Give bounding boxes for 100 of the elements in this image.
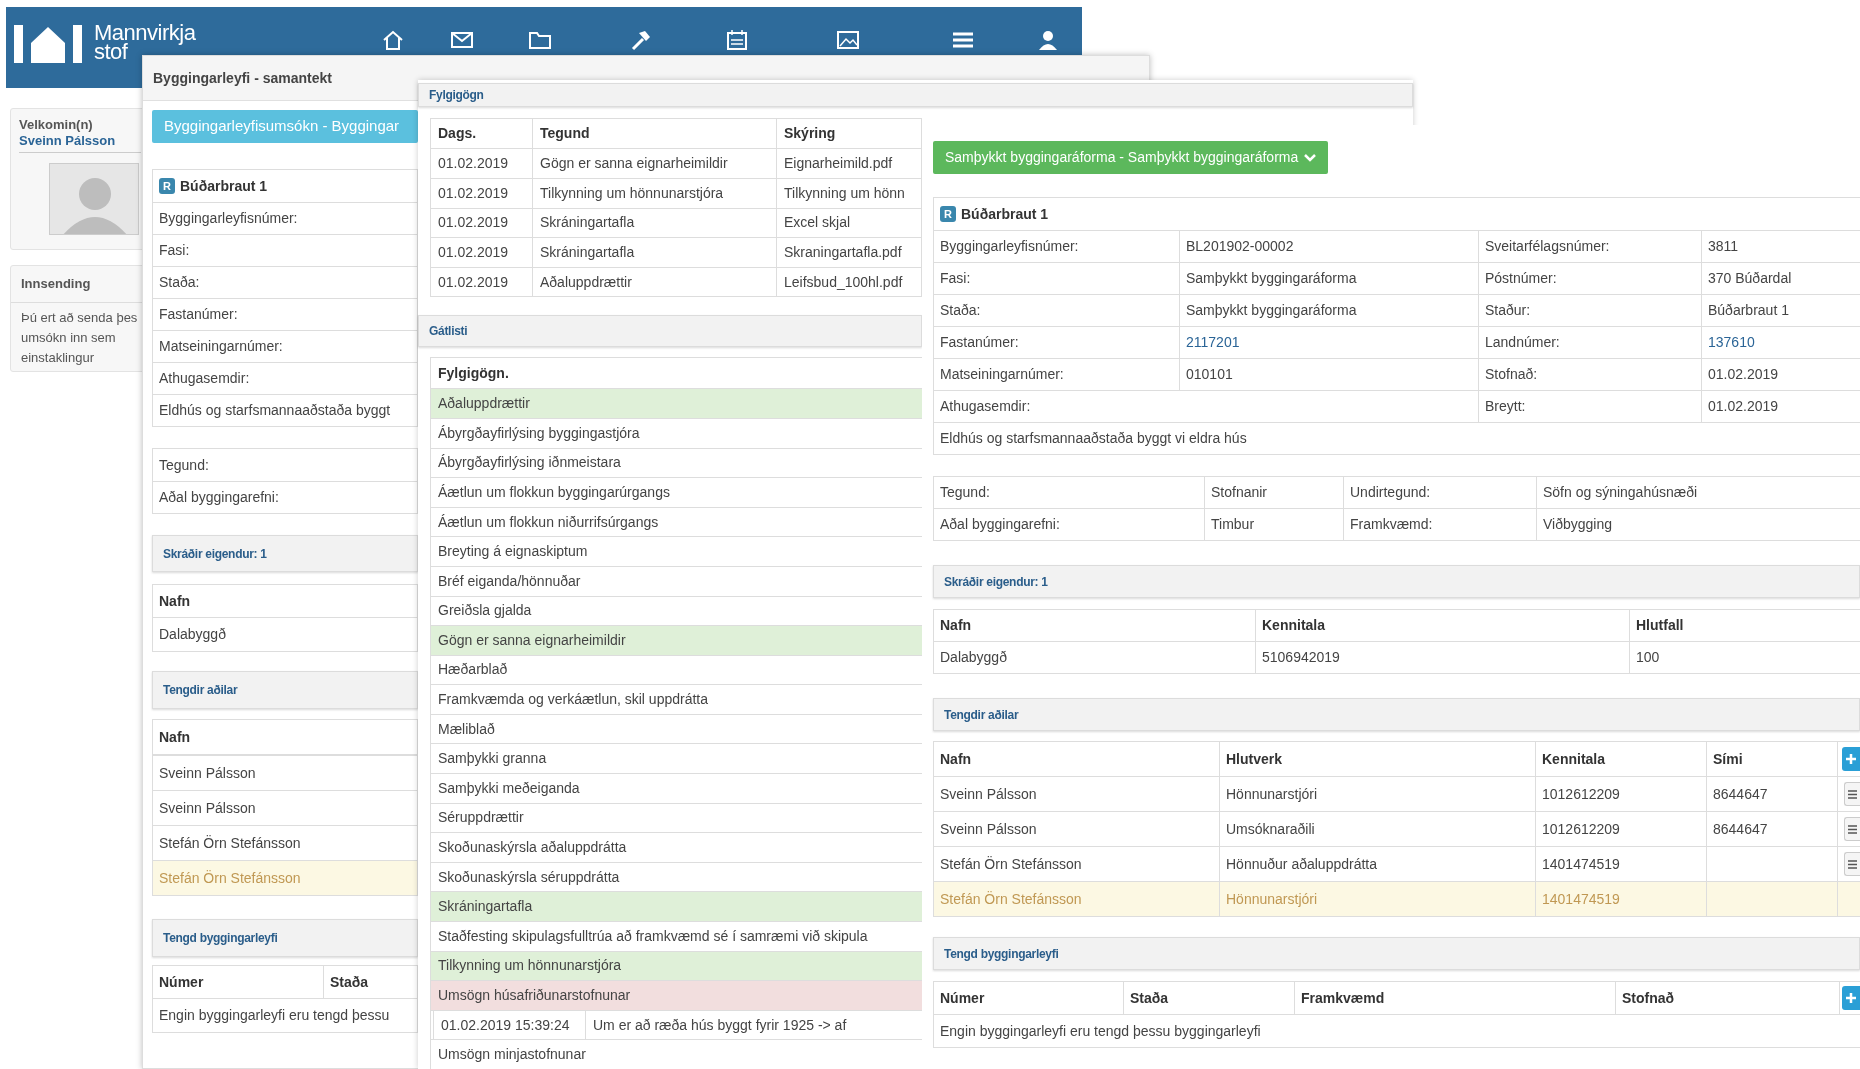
column-header: Nafn: [934, 610, 1255, 642]
table-cell-text: 01.02.2019: [437, 242, 510, 262]
table-cell: Stefán Örn Stefánsson: [153, 860, 417, 895]
field-label: Staður:: [1478, 294, 1701, 326]
table-cell: 1012612209: [1535, 777, 1706, 812]
plus-icon: [1846, 993, 1856, 1003]
column-header: Sími: [1706, 742, 1837, 777]
table-cell: Dalabyggð: [934, 642, 1255, 674]
field-label: Aðal byggingarefni:: [934, 509, 1204, 541]
hammer-icon[interactable]: [629, 29, 651, 51]
add-button[interactable]: [1842, 747, 1860, 771]
table-cell: Eignarheimild.pdf: [776, 149, 921, 178]
table-cell: Excel skjal: [776, 208, 921, 238]
menu-button[interactable]: [1844, 817, 1860, 841]
field-value: Búðarbraut 1: [1701, 294, 1860, 326]
field-link[interactable]: 2117201: [1179, 326, 1478, 358]
column-header: Kennitala: [1535, 742, 1706, 777]
field-label: Athugasemdir:: [153, 362, 417, 394]
field-link[interactable]: 137610: [1701, 326, 1860, 358]
field-label: Landnúmer:: [1478, 326, 1701, 358]
section-title: Skráðir eigendur: 1: [944, 573, 1048, 591]
menu-button[interactable]: [1844, 782, 1860, 806]
field-label: Tegund:: [934, 477, 1204, 509]
welcome-label: Velkomin(n): [19, 117, 94, 133]
field-label: Stofnað:: [1478, 358, 1701, 390]
column-header: Skýring: [776, 118, 921, 149]
section-title: Fylgigögn: [429, 86, 484, 104]
empty-message: Engin byggingarleyfi eru tengd þessu: [158, 1006, 391, 1025]
field-value: Samþykkt byggingaráforma: [1179, 294, 1478, 326]
checklist-item[interactable]: Umsögn húsafriðunarstofnunar: [431, 980, 922, 1010]
section-title: Tengdir aðilar: [163, 682, 238, 699]
table-cell: Tilkynning um hönnunarstjóra: [532, 178, 776, 208]
property-name: Búðarbraut 1: [961, 204, 1049, 224]
field-label: Athugasemdir:: [934, 390, 1179, 422]
picture-icon[interactable]: [837, 29, 859, 51]
table-cell: 1012612209: [1535, 812, 1706, 847]
field-label: Fasi:: [153, 234, 417, 266]
section-title: Tengd byggingarleyfi: [163, 930, 278, 947]
table-cell: Hönnunarstjóri: [1219, 882, 1535, 917]
field-label: Sveitarfélagsnúmer:: [1478, 230, 1701, 262]
field-label: Byggingarleyfisnúmer:: [153, 202, 417, 234]
table-cell: Hönnunarstjóri: [1219, 777, 1535, 812]
table-cell: Skraningartafla.pdf: [776, 238, 921, 267]
checklist-item[interactable]: Skráningartafla: [431, 891, 922, 922]
field-label: Byggingarleyfisnúmer:: [934, 230, 1179, 262]
home-icon[interactable]: [382, 29, 404, 51]
field-label: Breytt:: [1478, 390, 1701, 422]
table-cell-text: 01.02.2019: [437, 213, 510, 233]
checklist-heading: Fylgigögn.: [437, 363, 510, 383]
column-header: Staða: [323, 966, 383, 998]
plus-icon: [1846, 754, 1856, 764]
add-button[interactable]: [1842, 986, 1860, 1010]
user-icon[interactable]: [1037, 29, 1059, 51]
checklist-item[interactable]: Aðaluppdrættir: [431, 388, 922, 418]
field-value: 370 Búðardal: [1701, 262, 1860, 294]
section-title: Tengd byggingarleyfi: [944, 945, 1059, 963]
column-header: Númer: [934, 982, 1123, 1015]
submission-text: umsókn inn sem: [21, 328, 117, 347]
table-cell: 8644647: [1706, 777, 1837, 812]
table-cell: Gögn er sanna eignarheimildir: [532, 149, 776, 178]
table-cell: 1401474519: [1535, 882, 1706, 917]
checklist-item[interactable]: Tilkynning um hönnunarstjóra: [431, 950, 922, 981]
section-title: Gátlisti: [429, 323, 468, 341]
checklist-item[interactable]: Gögn er sanna eignarheimildir: [431, 625, 922, 655]
comment-text: Eldhús og starfsmannaaðstaða byggt: [153, 394, 417, 426]
panel-title: Byggingarleyfi - samantekt: [153, 68, 332, 88]
table-cell: Skráningartafla: [532, 238, 776, 267]
section-title: Skráðir eigendur: 1: [163, 545, 267, 563]
column-header: Tegund: [532, 118, 776, 149]
column-header: Framkvæmd: [1294, 982, 1615, 1015]
checklist-item[interactable]: Umsögn minjastofnunar: [431, 1039, 922, 1069]
field-label: Póstnúmer:: [1478, 262, 1701, 294]
field-label: Fastanúmer:: [153, 298, 417, 330]
field-value: 01.02.2019: [1701, 390, 1860, 422]
field-label: Fasi:: [934, 262, 1179, 294]
column-header: Nafn: [158, 591, 192, 611]
column-header: Nafn: [934, 742, 1219, 777]
field-value: Timbur: [1204, 509, 1343, 541]
calendar-icon[interactable]: [726, 29, 748, 51]
field-label: Matseiningarnúmer:: [934, 358, 1179, 390]
field-value: Söfn og sýningahúsnæði: [1536, 477, 1860, 509]
menu-button[interactable]: [1844, 852, 1860, 876]
table-cell: 5106942019: [1255, 642, 1629, 674]
submission-text: Þú ert að senda þes: [21, 308, 139, 327]
field-label: Framkvæmd:: [1343, 509, 1536, 541]
field-label: Undirtegund:: [1343, 477, 1536, 509]
field-label: Tegund:: [158, 455, 210, 475]
field-value: Stofnanir: [1204, 477, 1343, 509]
table-cell: Tilkynning um hönn: [776, 178, 921, 208]
folder-icon[interactable]: [529, 29, 551, 51]
field-value: 010101: [1179, 358, 1478, 390]
field-label: Aðal byggingarefni:: [153, 481, 417, 513]
table-cell: Leifsbud_100hl.pdf: [776, 267, 921, 297]
table-cell: Skráningartafla: [532, 208, 776, 238]
house-logo-icon: [14, 23, 84, 63]
column-header: Kennitala: [1255, 610, 1629, 642]
table-cell: Sveinn Pálsson: [153, 790, 417, 825]
comment-text: Um er að ræða hús byggt fyrir 1925 -> af: [592, 1015, 848, 1035]
envelope-icon[interactable]: [451, 29, 473, 51]
user-name: Sveinn Pálsson: [19, 133, 141, 153]
